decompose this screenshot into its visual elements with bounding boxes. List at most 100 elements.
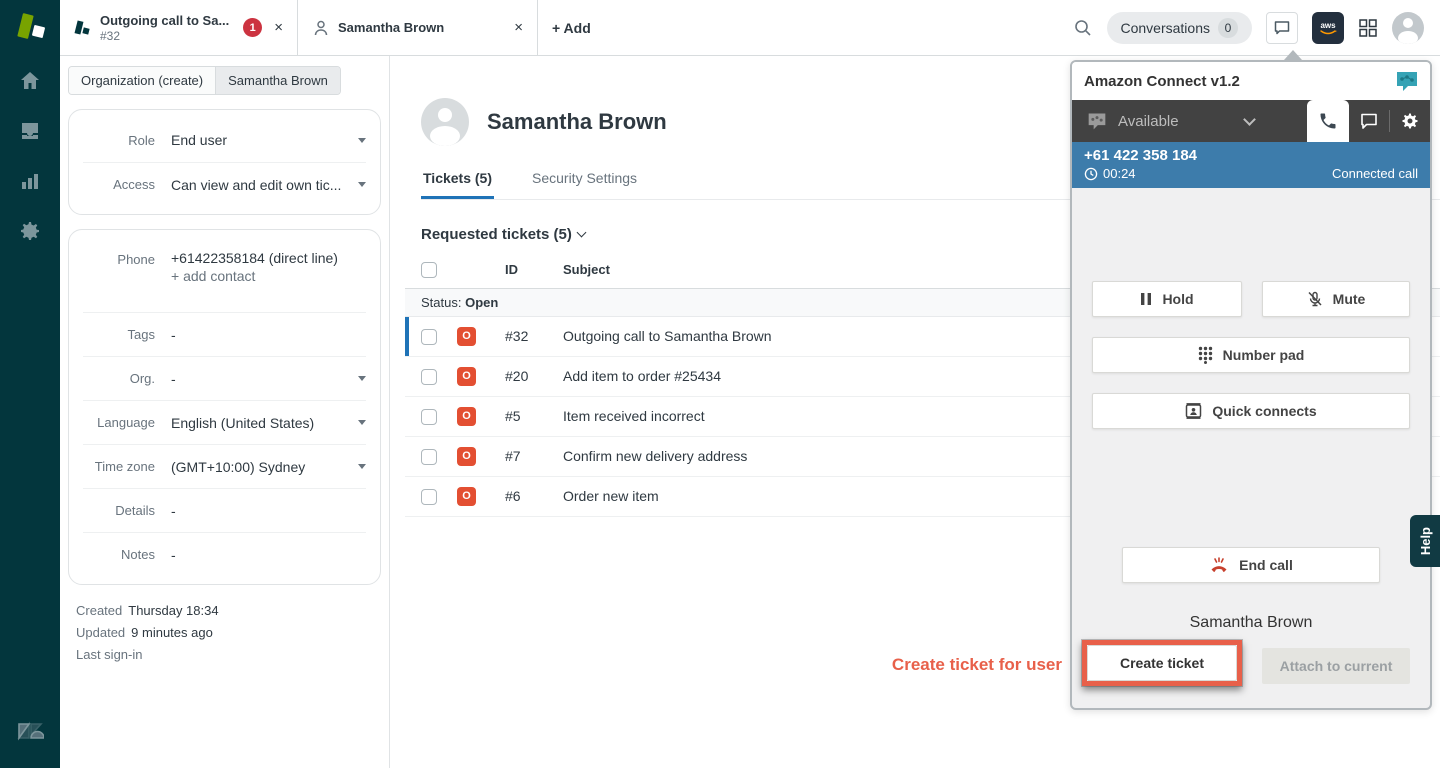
add-tab-button[interactable]: + Add [538, 0, 605, 55]
notification-badge: 1 [243, 18, 262, 37]
add-contact-link[interactable]: + add contact [171, 268, 366, 284]
field-label: Role [83, 133, 155, 148]
ticket-subject[interactable]: Outgoing call to Samantha Brown [563, 316, 1158, 356]
home-icon[interactable] [0, 56, 60, 106]
close-icon[interactable]: × [510, 17, 527, 38]
call-timer: 00:24 [1103, 166, 1136, 181]
hold-button[interactable]: Hold [1092, 281, 1242, 317]
apps-grid-icon[interactable] [1358, 18, 1378, 38]
field-label: Time zone [83, 459, 155, 474]
chat-tab-icon[interactable] [1349, 111, 1389, 131]
meta-label: Updated [76, 623, 125, 643]
tags-field: Tags - [83, 312, 366, 356]
tags-value[interactable]: - [171, 327, 366, 343]
zendesk-logo-icon [0, 704, 60, 754]
chevron-down-icon[interactable] [358, 420, 366, 425]
create-ticket-button[interactable]: Create ticket [1087, 645, 1237, 681]
reports-icon[interactable] [0, 156, 60, 206]
chevron-down-icon[interactable] [358, 464, 366, 469]
chevron-down-icon[interactable] [1243, 113, 1256, 126]
attach-to-current-button[interactable]: Attach to current [1262, 648, 1410, 684]
notes-value[interactable]: - [171, 547, 366, 563]
mute-button[interactable]: Mute [1262, 281, 1410, 317]
conversations-button[interactable]: Conversations 0 [1107, 12, 1253, 44]
field-label: Tags [83, 327, 155, 342]
field-label: Language [83, 415, 155, 430]
row-checkbox[interactable] [421, 329, 437, 345]
agent-status-label[interactable]: Available [1118, 113, 1179, 130]
amazon-connect-panel: Amazon Connect v1.2 Available +61 422 35… [1070, 60, 1432, 710]
tab-samantha-brown[interactable]: Samantha Brown × [298, 0, 538, 55]
settings-gear-icon[interactable] [1390, 111, 1430, 131]
tab-title: Outgoing call to Sa... [100, 13, 235, 28]
number-pad-icon [1198, 346, 1213, 364]
admin-gear-icon[interactable] [0, 206, 60, 256]
row-checkbox[interactable] [421, 449, 437, 465]
number-pad-button[interactable]: Number pad [1092, 337, 1410, 373]
pause-icon [1140, 292, 1152, 306]
end-call-button[interactable]: End call [1122, 547, 1380, 583]
row-checkbox[interactable] [421, 369, 437, 385]
details-value[interactable]: - [171, 503, 366, 519]
ticket-subject[interactable]: Confirm new delivery address [563, 436, 1158, 476]
details-field: Details - [83, 488, 366, 532]
aws-icon[interactable]: aws [1312, 12, 1344, 44]
views-icon[interactable] [0, 106, 60, 156]
page-title: Samantha Brown [487, 109, 667, 135]
access-select[interactable]: Can view and edit own tic... [171, 177, 352, 193]
annotation-create-ticket-for-user: Create ticket for user [860, 655, 1062, 675]
breadcrumb-organization[interactable]: Organization (create) [69, 67, 215, 94]
notes-field: Notes - [83, 532, 366, 576]
chevron-down-icon[interactable] [358, 138, 366, 143]
group-value: Open [465, 295, 498, 310]
select-all-checkbox[interactable] [421, 262, 437, 278]
tab-title: Samantha Brown [338, 20, 502, 35]
meta-label: Created [76, 601, 122, 621]
annotation-highlight-box: Create ticket [1082, 640, 1242, 686]
quick-connects-button[interactable]: Quick connects [1092, 393, 1410, 429]
person-icon [312, 19, 330, 37]
clock-icon [1084, 167, 1098, 181]
chevron-down-icon[interactable] [358, 182, 366, 187]
quick-connects-icon [1185, 403, 1202, 419]
user-details-panel: Organization (create) Samantha Brown Rol… [60, 56, 390, 768]
phone-icon [1318, 111, 1338, 131]
ticket-subject[interactable]: Order new item [563, 476, 1158, 516]
chevron-down-icon[interactable] [358, 376, 366, 381]
row-checkbox[interactable] [421, 489, 437, 505]
role-select[interactable]: End user [171, 132, 352, 148]
org-select[interactable]: - [171, 371, 352, 387]
chat-icon[interactable] [1266, 12, 1298, 44]
close-icon[interactable]: × [270, 17, 287, 38]
meta-value: 9 minutes ago [131, 623, 213, 643]
row-checkbox[interactable] [421, 409, 437, 425]
avatar [421, 98, 469, 146]
phone-value[interactable]: +61422358184 (direct line) [171, 250, 366, 266]
tab-ticket-32[interactable]: Outgoing call to Sa... #32 1 × [60, 0, 298, 55]
end-call-icon [1209, 557, 1229, 573]
help-label: Help [1418, 527, 1433, 555]
timezone-select[interactable]: (GMT+10:00) Sydney [171, 459, 352, 475]
ticket-id: #5 [505, 396, 563, 436]
tab-security-settings[interactable]: Security Settings [530, 170, 639, 199]
zendesk-product-icon[interactable] [0, 0, 60, 56]
status-badge: O [457, 367, 476, 386]
language-select[interactable]: English (United States) [171, 415, 352, 431]
tab-tickets[interactable]: Tickets (5) [421, 170, 494, 199]
connect-body: Hold Mute Number pad Quick connects End … [1072, 188, 1430, 710]
user-meta: CreatedThursday 18:34 Updated9 minutes a… [76, 601, 389, 665]
field-label: Details [83, 503, 155, 518]
help-tab[interactable]: Help [1410, 515, 1440, 567]
ticket-subject[interactable]: Add item to order #25434 [563, 356, 1158, 396]
col-header-subject[interactable]: Subject [563, 253, 1158, 288]
user-avatar[interactable] [1392, 12, 1424, 44]
hold-label: Hold [1162, 291, 1193, 307]
col-header-id[interactable]: ID [505, 253, 563, 288]
ticket-subject[interactable]: Item received incorrect [563, 396, 1158, 436]
status-badge: O [457, 407, 476, 426]
search-icon[interactable] [1073, 18, 1093, 38]
breadcrumb-user[interactable]: Samantha Brown [215, 67, 340, 94]
softphone-tab[interactable] [1307, 100, 1349, 142]
mute-mic-icon [1307, 291, 1323, 307]
call-phone-number: +61 422 358 184 [1084, 147, 1418, 164]
